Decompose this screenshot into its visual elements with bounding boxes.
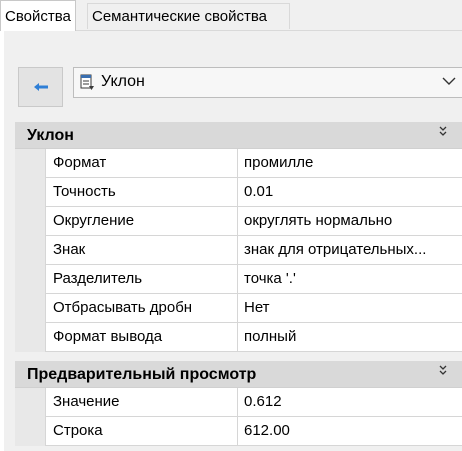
property-label: Формат bbox=[45, 149, 238, 178]
property-label: Значение bbox=[45, 388, 238, 417]
property-label: Округление bbox=[45, 207, 238, 236]
property-row-output-format[interactable]: Формат вывода полный bbox=[15, 323, 462, 352]
property-value[interactable]: точка '.' bbox=[238, 265, 462, 294]
tab-bar: Свойства Семантические свойства bbox=[0, 0, 462, 31]
arrow-left-icon bbox=[33, 83, 48, 91]
collapse-icon[interactable] bbox=[438, 365, 448, 377]
property-value[interactable]: 612.00 bbox=[238, 417, 462, 446]
back-button[interactable] bbox=[18, 67, 63, 107]
property-row-precision[interactable]: Точность 0.01 bbox=[15, 178, 462, 207]
property-value[interactable]: 0.01 bbox=[238, 178, 462, 207]
chevron-down-icon[interactable] bbox=[442, 76, 456, 86]
selector-value: Уклон bbox=[101, 73, 145, 90]
property-label: Точность bbox=[45, 178, 238, 207]
category-gap bbox=[15, 352, 462, 361]
tab-properties[interactable]: Свойства bbox=[0, 0, 76, 31]
property-value[interactable]: 0.612 bbox=[238, 388, 462, 417]
property-row-value[interactable]: Значение 0.612 bbox=[15, 388, 462, 417]
property-value[interactable]: округлять нормально bbox=[238, 207, 462, 236]
property-label: Разделитель bbox=[45, 265, 238, 294]
category-title: Уклон bbox=[27, 127, 74, 144]
tab-semantic-properties[interactable]: Семантические свойства bbox=[87, 3, 290, 29]
property-label: Знак bbox=[45, 236, 238, 265]
property-row-drop-fraction[interactable]: Отбрасывать дробн Нет bbox=[15, 294, 462, 323]
property-value[interactable]: промилле bbox=[238, 149, 462, 178]
category-header-slope[interactable]: Уклон bbox=[15, 122, 462, 149]
property-value[interactable]: полный bbox=[238, 323, 462, 352]
property-label: Отбрасывать дробн bbox=[45, 294, 238, 323]
property-value[interactable]: Нет bbox=[238, 294, 462, 323]
property-label: Строка bbox=[45, 417, 238, 446]
table-document-icon bbox=[80, 74, 94, 90]
property-label: Формат вывода bbox=[45, 323, 238, 352]
property-row-separator[interactable]: Разделитель точка '.' bbox=[15, 265, 462, 294]
property-value[interactable]: знак для отрицательных... bbox=[238, 236, 462, 265]
property-row-format[interactable]: Формат промилле bbox=[15, 149, 462, 178]
category-title: Предварительный просмотр bbox=[27, 366, 257, 383]
object-selector[interactable]: Уклон bbox=[73, 67, 462, 98]
property-grid: Уклон Формат промилле Точность 0.01 Округл… bbox=[15, 122, 462, 446]
property-row-sign[interactable]: Знак знак для отрицательных... bbox=[15, 236, 462, 265]
collapse-icon[interactable] bbox=[438, 126, 448, 138]
property-row-rounding[interactable]: Округление округлять нормально bbox=[15, 207, 462, 236]
category-header-preview[interactable]: Предварительный просмотр bbox=[15, 361, 462, 388]
property-row-string[interactable]: Строка 612.00 bbox=[15, 417, 462, 446]
